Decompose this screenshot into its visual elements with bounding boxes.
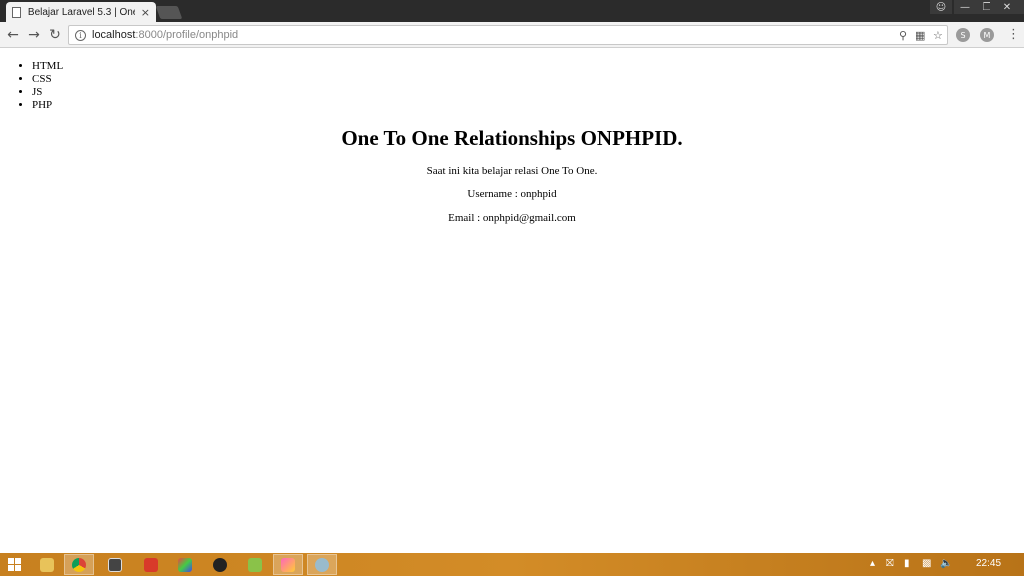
terminal-icon[interactable] (100, 554, 130, 575)
address-bar[interactable]: i localhost:8000/profile/onphpid ⚲ ▦ ☆ (68, 25, 948, 45)
list-item: HTML (32, 60, 63, 73)
chrome-icon[interactable] (64, 554, 94, 575)
forward-icon[interactable]: → (25, 26, 43, 44)
page-content: HTML CSS JS PHP One To One Relationships… (0, 48, 1024, 553)
page-title: One To One Relationships ONPHPID. (341, 126, 683, 150)
info-icon[interactable]: i (75, 29, 86, 41)
app-color-icon[interactable] (170, 554, 200, 575)
reload-icon[interactable]: ↻ (46, 26, 64, 44)
signal-icon[interactable]: ▩ (922, 558, 931, 569)
list-item: PHP (32, 99, 63, 112)
android-icon[interactable] (240, 554, 270, 575)
browser-title-bar: Belajar Laravel 5.3 | One × ☺ — ❐ ✕ (0, 0, 1024, 22)
list-item: CSS (32, 73, 63, 86)
browser-toolbar: ← → ↻ i localhost:8000/profile/onphpid ⚲… (0, 22, 1024, 48)
email-text: Email : onphpid@gmail.com (448, 212, 576, 224)
browser-tab[interactable]: Belajar Laravel 5.3 | One × (6, 2, 156, 22)
tray-arrow-icon[interactable]: ▴ (870, 558, 875, 569)
tab-title: Belajar Laravel 5.3 | One (27, 6, 135, 18)
page-icon (12, 6, 21, 18)
file-explorer-icon[interactable] (32, 554, 62, 575)
start-button-icon[interactable] (8, 558, 21, 571)
extension-icon[interactable]: M (980, 28, 994, 42)
clock[interactable]: 22:45 (976, 558, 1001, 569)
tab-close-icon[interactable]: × (141, 6, 150, 19)
back-icon[interactable]: ← (4, 26, 22, 44)
menu-icon[interactable]: ⋮ (1007, 27, 1020, 42)
intro-text: Saat ini kita belajar relasi One To One. (426, 165, 598, 177)
nav-list: HTML CSS JS PHP (32, 60, 63, 112)
skype-extension-icon[interactable]: S (956, 28, 970, 42)
translate-icon[interactable]: ▦ (915, 29, 925, 42)
list-item: JS (32, 86, 63, 99)
new-tab-button[interactable] (155, 6, 183, 19)
volume-icon[interactable]: 🔈 (940, 558, 952, 569)
username-text: Username : onphpid (467, 188, 557, 200)
app-dark-icon[interactable] (205, 554, 235, 575)
app-red-icon[interactable] (136, 554, 166, 575)
network-error-icon[interactable]: ⛝ (886, 558, 894, 569)
app-paint-icon[interactable] (273, 554, 303, 575)
zoom-icon[interactable]: ⚲ (899, 29, 907, 42)
taskbar: ▴ ⛝ ▮ ▩ 🔈 22:45 (0, 553, 1024, 576)
profile-icon[interactable]: ☺ (930, 0, 952, 14)
app-blue-icon[interactable] (307, 554, 337, 575)
close-window-icon[interactable]: ✕ (990, 0, 1024, 14)
bookmark-star-icon[interactable]: ☆ (933, 29, 943, 42)
minimize-icon[interactable]: — (954, 0, 976, 14)
battery-icon[interactable]: ▮ (904, 558, 910, 569)
url-text[interactable]: localhost:8000/profile/onphpid (92, 29, 238, 41)
